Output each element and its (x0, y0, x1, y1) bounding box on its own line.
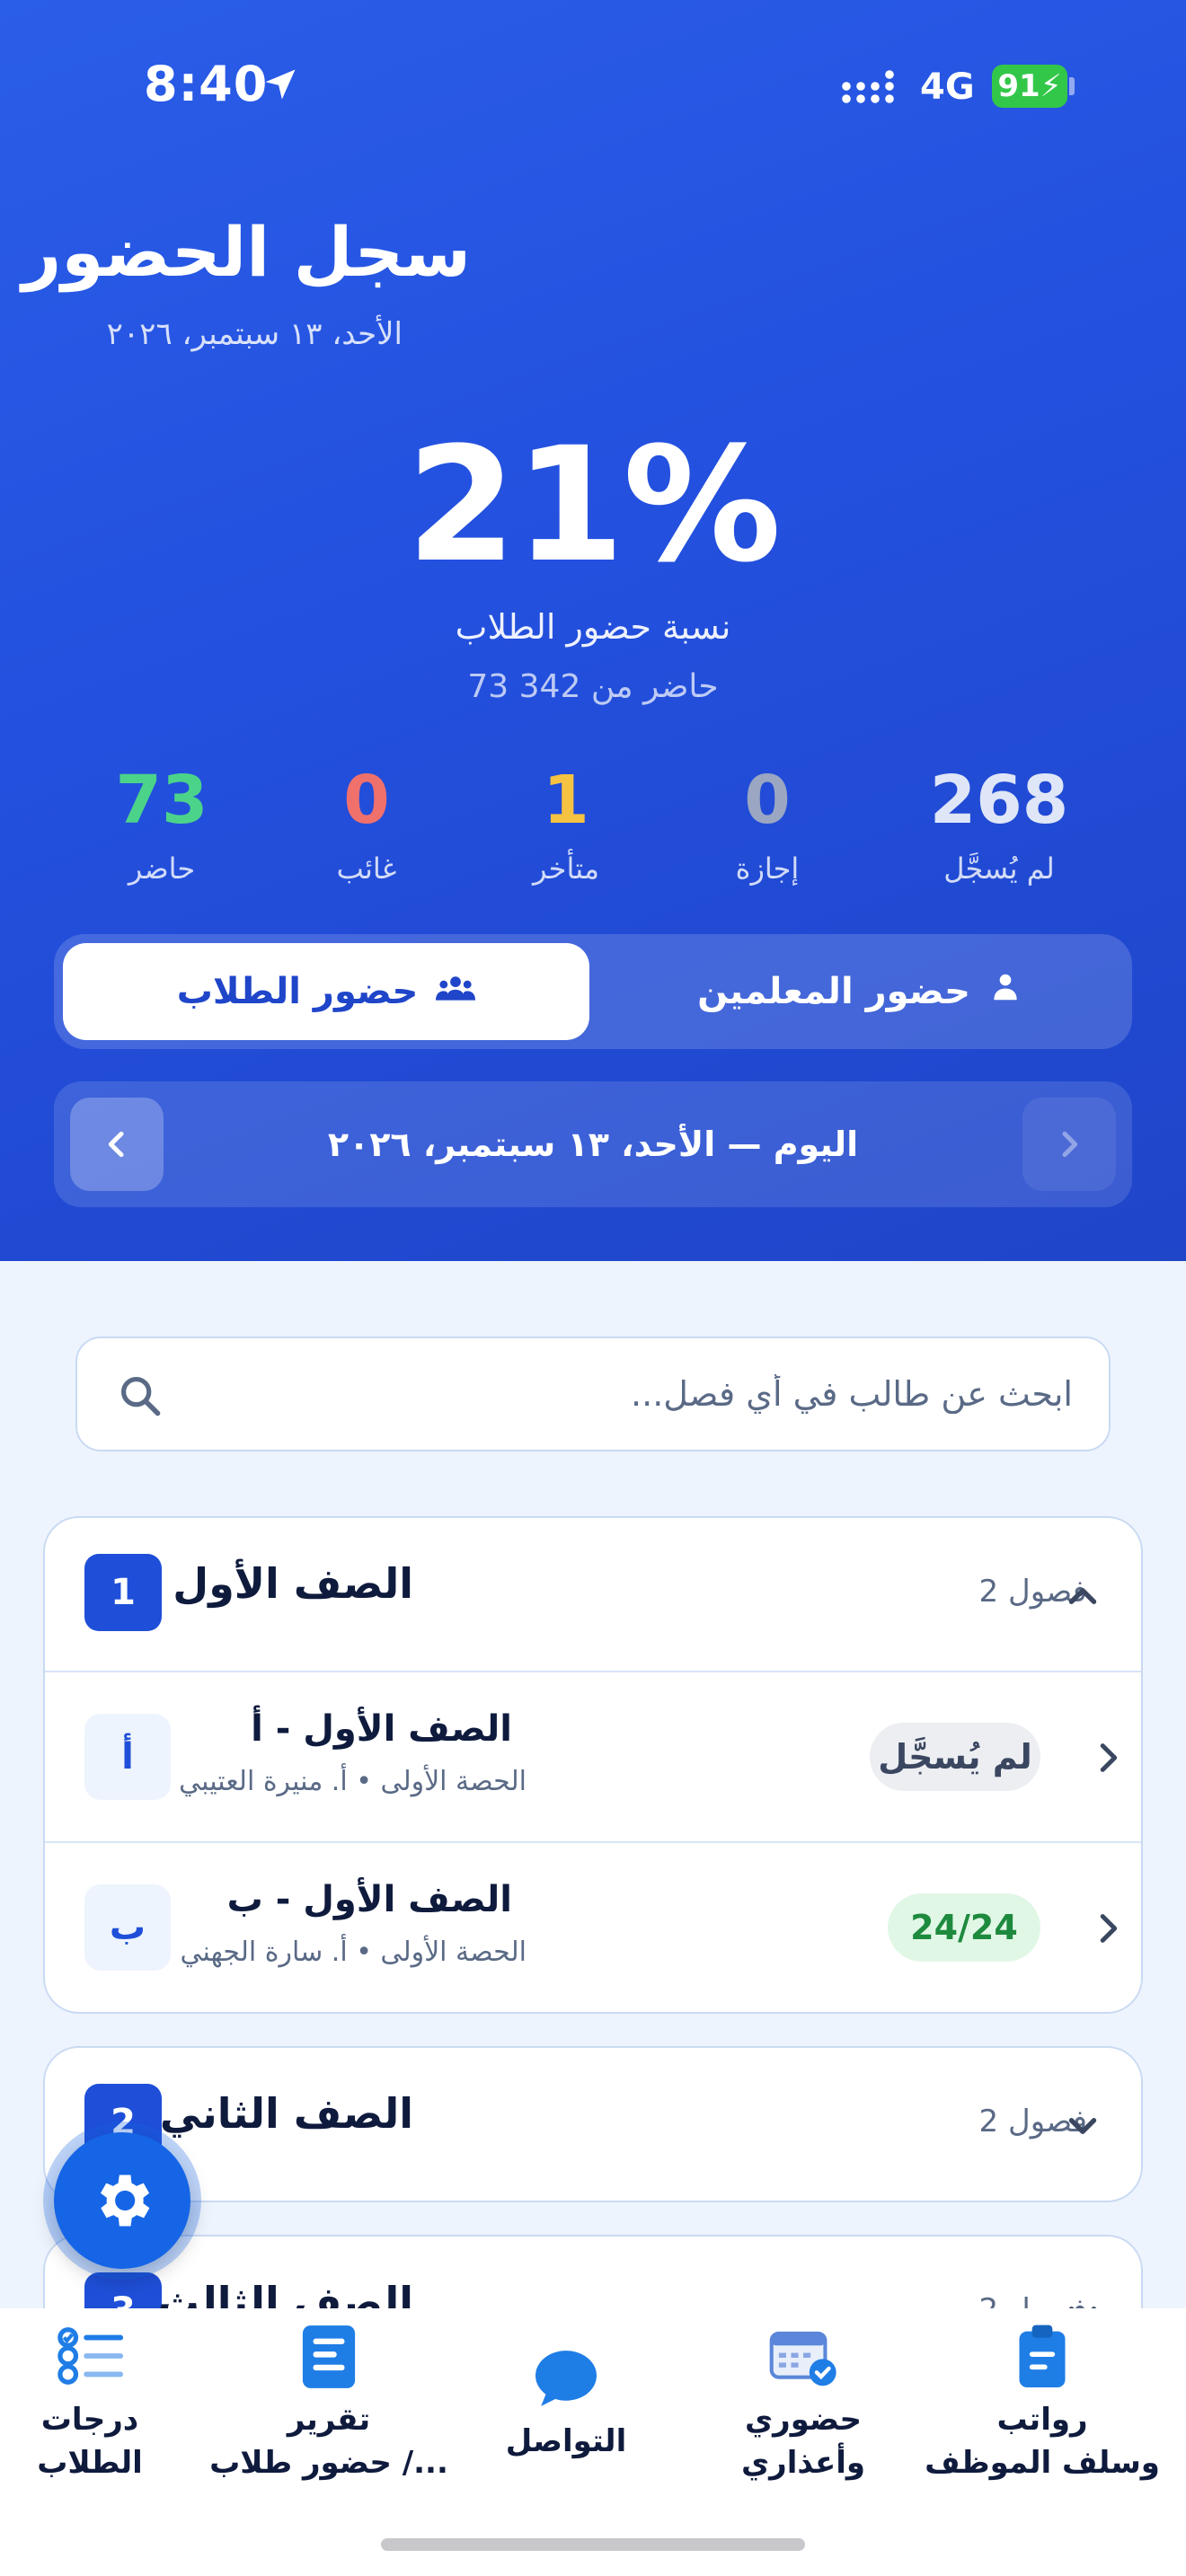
grade-title: الصف الثالث (157, 2278, 413, 2308)
attendance-header: 8:40 4G 91⚡ سجل الحضور الأحد، ١٣ سبتمبر،… (0, 0, 1186, 1261)
tab-label: وأعذاري (740, 2445, 866, 2481)
page-date: الأحد، ١٣ سبتمبر، ٢٠٢٦ (106, 316, 403, 352)
tab-salaries[interactable]: رواتب وسلف الموظف (925, 2308, 1160, 2488)
chevron-left-icon (108, 1131, 124, 1158)
tab-label: حضور الطلاب (176, 971, 419, 1012)
chevron-right-icon (1100, 1914, 1118, 1943)
tab-label: رواتب (996, 2402, 1088, 2438)
search-icon (120, 1376, 161, 1416)
stat-absent: 0 غائب (259, 762, 474, 886)
tab-student-grades[interactable]: درجات الطلاب (0, 2308, 180, 2488)
tab-report[interactable]: تقرير حضور طلاب /... (209, 2308, 448, 2488)
stat-value: 73 (115, 762, 208, 839)
class-row[interactable]: ب الصف الأول - ب الحصة الأولى • أ. سارة … (45, 1841, 1141, 2012)
stat-label: غائب (336, 851, 397, 886)
grade-card: 1 الصف الأول 2 فصول أ الصف الأول - أ الح… (43, 1516, 1143, 2014)
tab-label: حضوري (744, 2402, 863, 2438)
grade-title: الصف الثاني (159, 2089, 413, 2138)
chevron-down-icon[interactable] (1060, 2292, 1105, 2308)
tab-label: حضور المعلمين (697, 971, 970, 1012)
status-bar: 8:40 4G 91⚡ (0, 0, 1186, 180)
date-navigator: اليوم — الأحد، ١٣ سبتمبر، ٢٠٢٦ (54, 1081, 1132, 1207)
tab-label: حضور طلاب /... (209, 2445, 448, 2481)
group-icon (436, 970, 476, 1013)
class-subtitle: الحصة الأولى • أ. سارة الجهني (180, 1936, 527, 1968)
stat-unrecorded: 268 لم يُسجَّل (891, 762, 1107, 886)
stat-label: لم يُسجَّل (943, 851, 1055, 886)
stat-value: 0 (744, 762, 791, 839)
next-day-button[interactable] (70, 1098, 164, 1191)
attendance-count: 73 حاضر من 342 (467, 668, 719, 705)
page-title: سجل الحضور (22, 212, 471, 292)
stat-label: إجازة (735, 851, 800, 886)
class-subtitle: الحصة الأولى • أ. منيرة العتيبي (179, 1766, 527, 1797)
stat-value: 268 (929, 762, 1069, 839)
tab-label: درجات (40, 2402, 139, 2438)
attendance-percent: 21% (406, 413, 781, 597)
stat-leave: 0 إجازة (659, 762, 875, 886)
stat-label: متأخر (533, 851, 599, 886)
status-badge: لم يُسجَّل (870, 1723, 1040, 1791)
current-date-label: اليوم — الأحد، ١٣ سبتمبر، ٢٠٢٦ (327, 1125, 859, 1164)
calendar-check-icon (769, 2331, 836, 2386)
home-indicator (381, 2538, 805, 2551)
battery-cap (1069, 77, 1075, 95)
grade-header[interactable]: 3 الصف الثالث 2 فصول (45, 2236, 1141, 2308)
tab-teachers-attendance[interactable]: حضور المعلمين (597, 943, 1123, 1040)
attendance-percent-label: نسبة حضور الطلاب (455, 607, 731, 647)
class-title: الصف الأول - ب (226, 1879, 512, 1920)
grade-header[interactable]: 1 الصف الأول 2 فصول (45, 1518, 1141, 1671)
clipboard-icon (1019, 2325, 1066, 2387)
stat-label: حاضر (128, 851, 196, 886)
stat-value: 0 (343, 762, 390, 839)
gear-icon (100, 2175, 150, 2227)
stat-late: 1 متأخر (458, 762, 674, 886)
chevron-up-icon[interactable] (1060, 1574, 1105, 1619)
chevron-right-icon (1062, 1131, 1078, 1158)
tab-communication[interactable]: التواصل (449, 2308, 683, 2488)
stat-value: 1 (543, 762, 589, 839)
status-badge: 24/24 (888, 1893, 1040, 1962)
settings-button[interactable] (54, 2132, 190, 2269)
grade-header[interactable]: 2 الصف الثاني 2 فصول (45, 2048, 1141, 2201)
stat-present: 73 حاضر (54, 762, 270, 886)
search-input[interactable] (185, 1338, 1073, 1450)
bottom-tab-bar: رواتب وسلف الموظف حضوري وأعذاري التواصل … (0, 2308, 1186, 2576)
chevron-down-icon[interactable] (1060, 2104, 1105, 2148)
checklist-icon (58, 2327, 124, 2385)
class-title: الصف الأول - أ (251, 1708, 512, 1750)
status-time: 8:40 (144, 56, 269, 112)
charging-bolt-icon: ⚡ (1040, 68, 1062, 104)
tab-label: الطلاب (37, 2445, 143, 2481)
tab-students-attendance[interactable]: حضور الطلاب (63, 943, 589, 1040)
person-icon (988, 970, 1022, 1013)
tab-my-attendance[interactable]: حضوري وأعذاري (686, 2308, 920, 2488)
classes-content: 1 الصف الأول 2 فصول أ الصف الأول - أ الح… (0, 1261, 1186, 2308)
battery-level: 91 (997, 68, 1040, 104)
chevron-right-icon (1100, 1743, 1118, 1772)
grade-card: 3 الصف الثالث 2 فصول (43, 2235, 1143, 2308)
grade-title: الصف الأول (173, 1559, 413, 1608)
battery-indicator: 91⚡ (992, 65, 1067, 108)
report-icon (302, 2325, 356, 2388)
student-search (75, 1337, 1111, 1451)
tab-label: وسلف الموظف (925, 2445, 1160, 2481)
grade-card: 2 الصف الثاني 2 فصول (43, 2046, 1143, 2202)
attendance-type-toggle: حضور المعلمين حضور الطلاب (54, 934, 1132, 1049)
network-label: 4G (920, 66, 975, 108)
signal-icon (842, 70, 894, 103)
tab-label: تقرير (287, 2402, 371, 2438)
location-arrow-icon (265, 69, 296, 100)
tab-label: التواصل (505, 2423, 627, 2459)
previous-day-button[interactable] (1022, 1098, 1116, 1191)
chat-bubble-icon (535, 2351, 597, 2406)
class-row[interactable]: أ الصف الأول - أ الحصة الأولى • أ. منيرة… (45, 1671, 1141, 1841)
